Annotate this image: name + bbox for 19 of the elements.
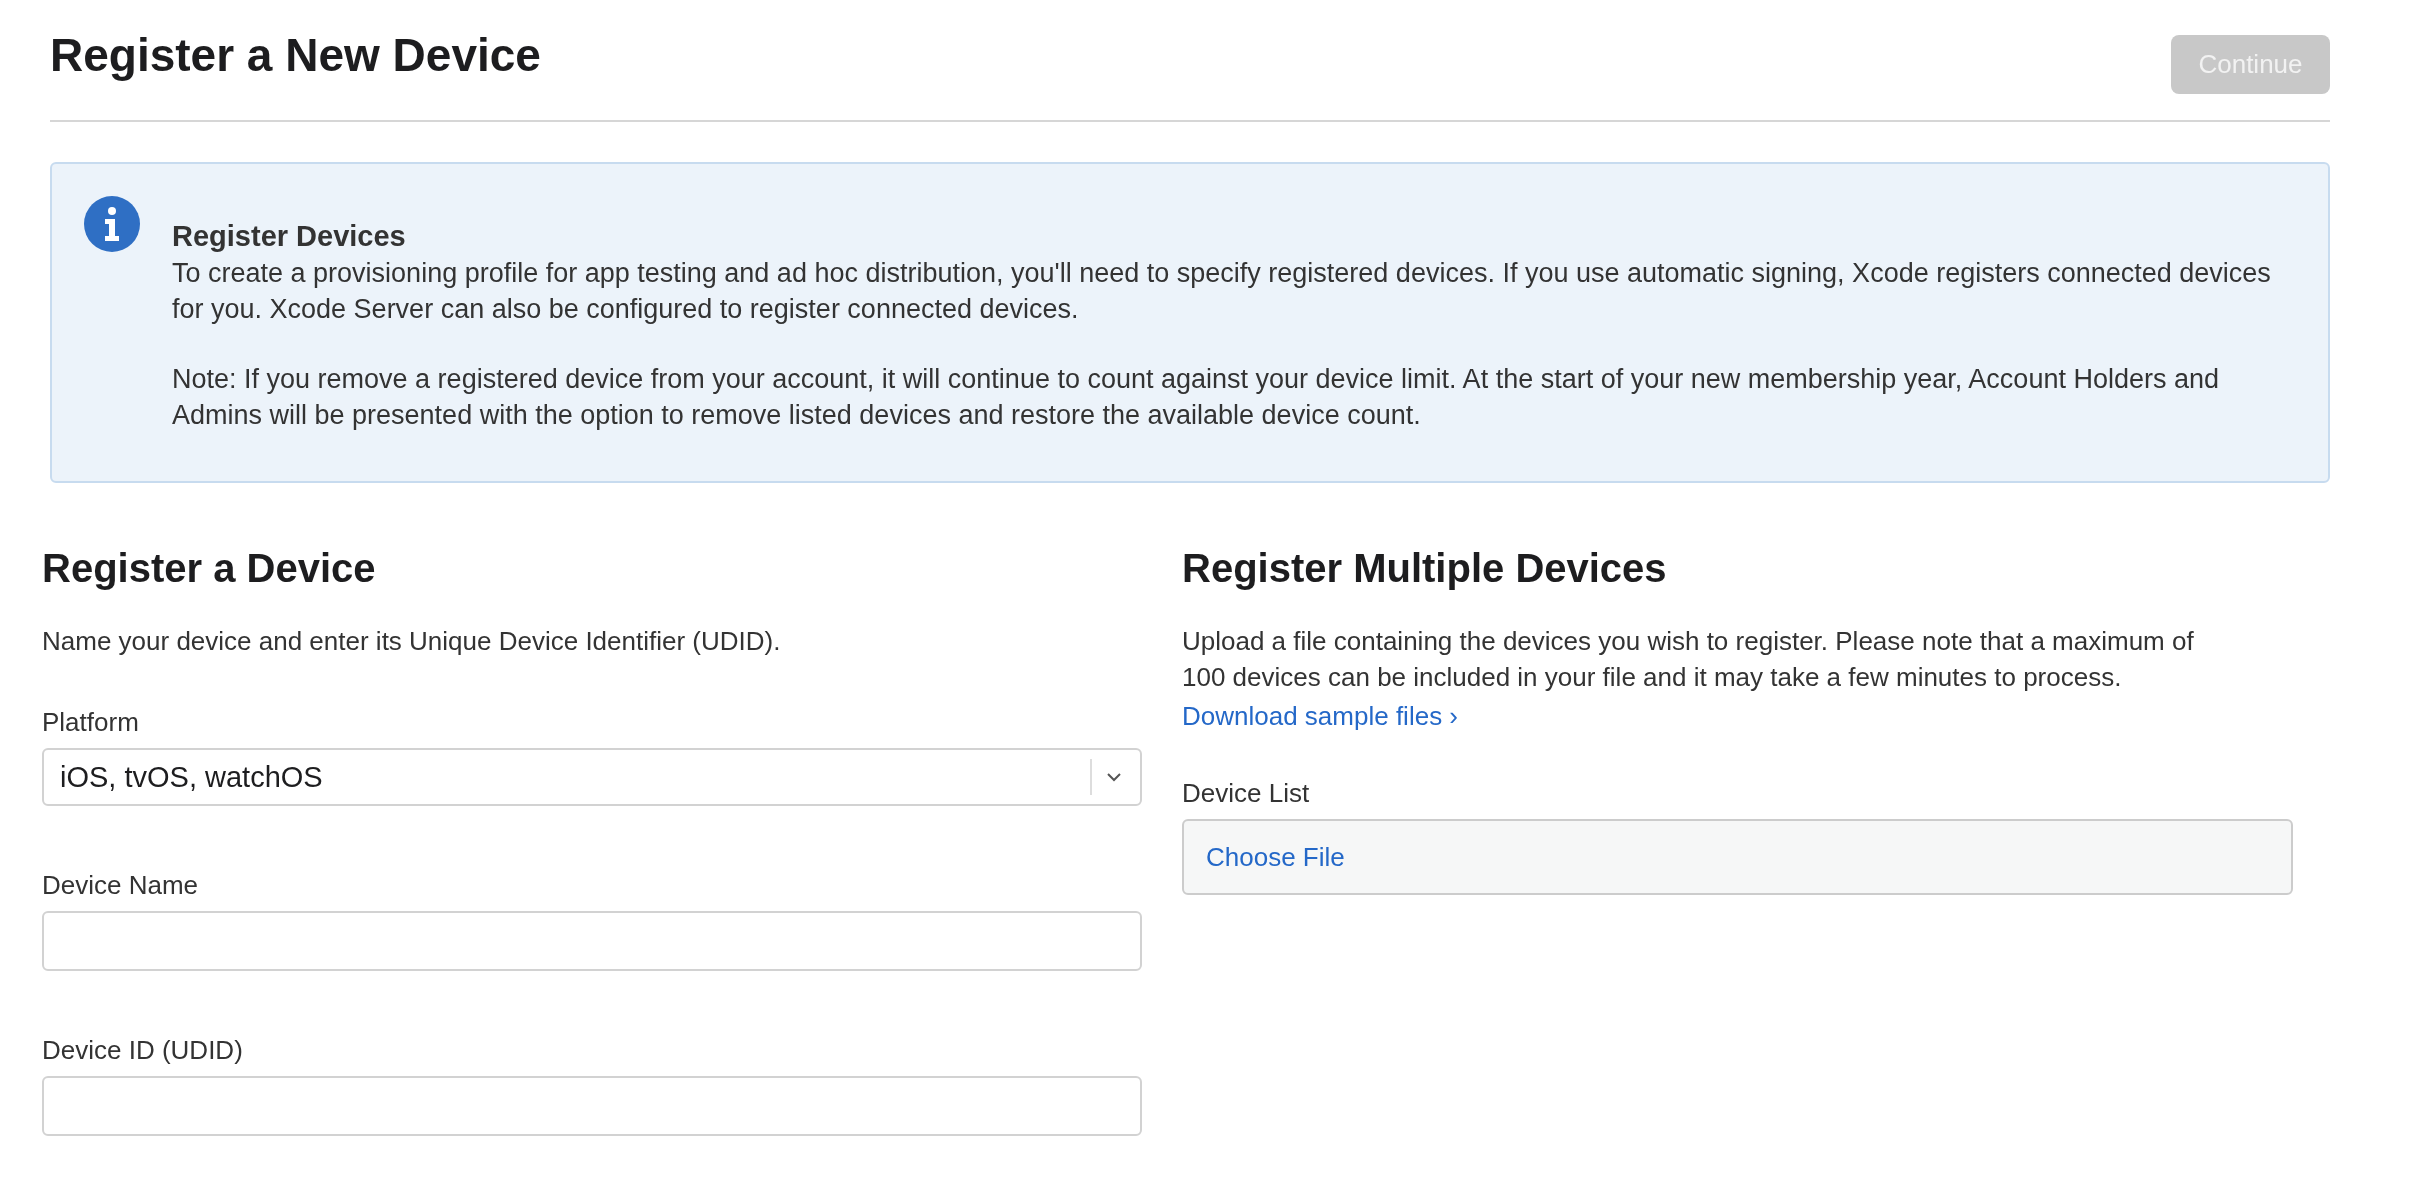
section-description: Upload a file containing the devices you wish to register. Please note that a maximum of 100 devices can be included in your file and it may take a few minutes to process.: [1182, 625, 2195, 694]
text-input[interactable]: [42, 1076, 1142, 1136]
download-link[interactable]: Download sample files ›: [1182, 701, 1458, 732]
field-label: Device ID (UDID): [42, 1035, 244, 1066]
section-heading: Register a Device: [42, 545, 377, 592]
field-label: Device List: [1182, 778, 1311, 809]
file-field[interactable]: Choose File: [1182, 819, 2293, 895]
field-label: Platform: [42, 707, 140, 738]
section-heading: Register Multiple Devices: [1182, 545, 1668, 592]
chevron-down-icon: [1106, 772, 1122, 782]
text-input[interactable]: [42, 911, 1142, 971]
platform-select[interactable]: iOS, tvOS, watchOS: [42, 748, 1142, 806]
field-label: Device Name: [42, 870, 200, 901]
info-paragraph: To create a provisioning profile for app testing and ad hoc distribution, you'll need to specify registered devices. If you use automatic signing, Xcode registers connected devices for you. Xcode Server can also be configured to register connected devices.: [172, 257, 2272, 326]
info-title: Register Devices: [172, 220, 407, 253]
info-icon: [84, 196, 140, 252]
section-description: Name your device and enter its Unique Device Identifier (UDID).: [42, 625, 782, 658]
page-title: Register a New Device: [50, 28, 541, 82]
info-paragraph: Note: If you remove a registered device from your account, it will continue to count against your device limit. At the start of your new membership year, Account Holders and Admins will be presented with the option to remove listed devices and restore the available device count.: [172, 363, 2220, 432]
